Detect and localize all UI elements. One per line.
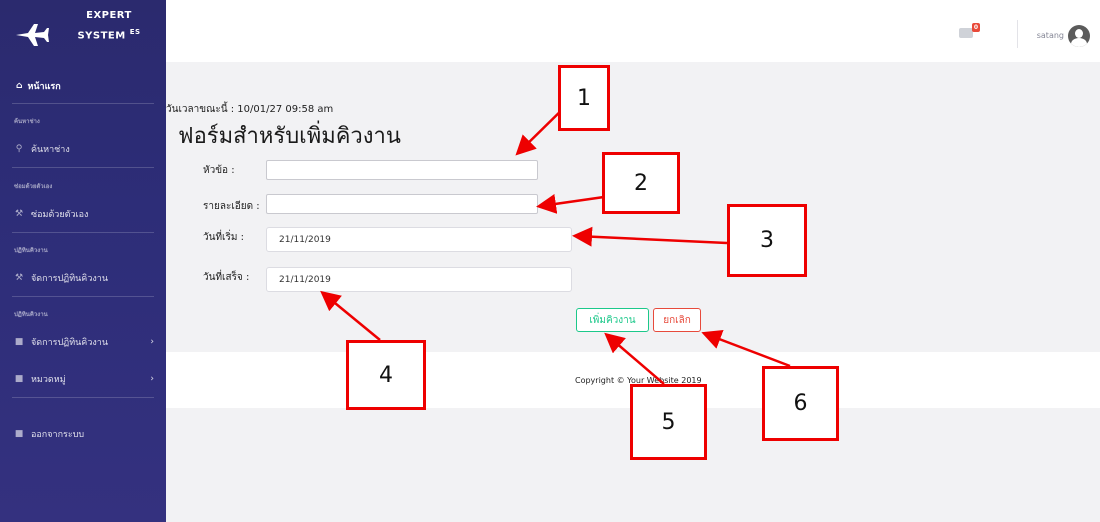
annotation-2: 2 — [602, 152, 680, 214]
annotation-4: 4 — [346, 340, 426, 410]
annotation-arrow-2 — [536, 193, 605, 214]
annotation-arrow-6 — [701, 329, 791, 368]
annotation-arrows — [320, 99, 791, 385]
annotation-arrow-4 — [320, 290, 381, 341]
annotation-arrow-5 — [604, 332, 665, 385]
annotation-1: 1 — [558, 65, 610, 131]
annotation-6: 6 — [762, 366, 839, 441]
annotation-3: 3 — [727, 204, 807, 277]
annotation-arrow-3 — [572, 226, 728, 247]
annotation-5: 5 — [630, 384, 707, 460]
